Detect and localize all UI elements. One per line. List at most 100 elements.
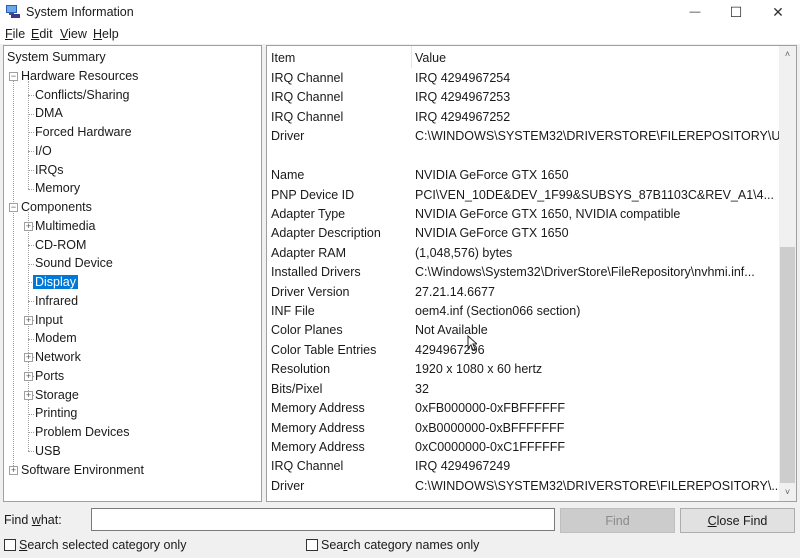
tree-item-conflicts-sharing[interactable]: Conflicts/Sharing bbox=[33, 86, 132, 104]
category-tree[interactable]: System Summary Hardware Resources − Conflic… bbox=[3, 45, 262, 502]
table-row[interactable]: Memory Address 0xB0000000-0xBFFFFFFF bbox=[267, 419, 779, 438]
table-row[interactable]: Color Table Entries 4294967296 bbox=[267, 341, 779, 360]
tree-item-label: Ports bbox=[35, 368, 65, 383]
table-row[interactable]: Adapter Description NVIDIA GeForce GTX 16… bbox=[267, 224, 779, 243]
search-category-names-checkbox[interactable]: Search category names only bbox=[306, 538, 479, 552]
row-value: (1,048,576) bytes bbox=[415, 245, 513, 260]
details-list[interactable]: Item Value IRQ Channel IRQ 4294967254 IRQ … bbox=[266, 45, 797, 502]
tree-item-memory[interactable]: Memory bbox=[33, 179, 82, 197]
checkbox-box[interactable] bbox=[306, 539, 318, 551]
table-row[interactable]: IRQ Channel IRQ 4294967249 bbox=[267, 457, 779, 476]
tree-item-label: Storage bbox=[35, 387, 79, 402]
checkbox-box[interactable] bbox=[4, 539, 16, 551]
find-what-input[interactable] bbox=[91, 508, 555, 531]
scroll-down-icon[interactable]: ˅ bbox=[779, 484, 796, 501]
search-selected-category-checkbox[interactable]: Search selected category only bbox=[4, 538, 186, 552]
maximize-button[interactable]: ☐ bbox=[716, 0, 756, 24]
tree-item-storage[interactable]: Storage bbox=[33, 386, 81, 404]
table-row[interactable]: Driver C:\WINDOWS\SYSTEM32\DRIVERSTORE\FI… bbox=[267, 477, 782, 496]
collapse-icon[interactable]: − bbox=[9, 72, 18, 82]
tree-item-label: Software Environment bbox=[21, 462, 144, 477]
tree-item-input[interactable]: Input bbox=[33, 311, 65, 329]
row-value: IRQ 4294967252 bbox=[415, 109, 511, 124]
expand-icon[interactable]: + bbox=[24, 315, 33, 325]
collapse-icon[interactable]: − bbox=[9, 203, 18, 213]
tree-guide-line bbox=[13, 76, 14, 470]
tree-item-network[interactable]: Network bbox=[33, 348, 83, 366]
tree-item-usb[interactable]: USB bbox=[33, 442, 63, 460]
table-row[interactable]: Bits/Pixel 32 bbox=[267, 380, 779, 399]
tree-item-system-summary[interactable]: System Summary bbox=[5, 48, 108, 66]
tree-item-label: Hardware Resources bbox=[21, 68, 139, 83]
menu-help-label: Help bbox=[93, 27, 119, 41]
close-button[interactable]: ✕ bbox=[758, 0, 798, 24]
table-row[interactable]: Driver C:\WINDOWS\SYSTEM32\DRIVERSTORE\FI… bbox=[267, 127, 791, 146]
table-row[interactable]: Resolution 1920 x 1080 x 60 hertz bbox=[267, 360, 779, 379]
tree-guide-line bbox=[28, 212, 29, 452]
list-header: Item Value bbox=[267, 46, 779, 68]
tree-item-label: Printing bbox=[35, 406, 78, 421]
menu-help[interactable]: Help bbox=[93, 27, 119, 41]
expand-icon[interactable]: + bbox=[24, 372, 33, 382]
tree-item-forced-hardware[interactable]: Forced Hardware bbox=[33, 123, 134, 141]
row-item: Name bbox=[271, 168, 305, 183]
table-row[interactable]: INF File oem4.inf (Section066 section) bbox=[267, 302, 779, 321]
expand-icon[interactable]: + bbox=[24, 353, 33, 363]
table-row[interactable]: IRQ Channel IRQ 4294967252 bbox=[267, 108, 779, 127]
tree-item-display[interactable]: Display bbox=[33, 273, 78, 291]
row-item: Memory Address bbox=[271, 420, 365, 435]
tree-item-printing[interactable]: Printing bbox=[33, 404, 79, 422]
row-item: Adapter RAM bbox=[271, 245, 347, 260]
tree-item-label: Forced Hardware bbox=[35, 125, 132, 139]
row-value: 0xB0000000-0xBFFFFFFF bbox=[415, 420, 565, 435]
table-row[interactable]: Name NVIDIA GeForce GTX 1650 bbox=[267, 166, 779, 185]
tree-item-label: System Summary bbox=[7, 50, 106, 64]
tree-item-modem[interactable]: Modem bbox=[33, 329, 79, 347]
expand-icon[interactable]: + bbox=[24, 390, 33, 400]
close-find-button[interactable]: Close Find bbox=[680, 508, 795, 533]
tree-item-hardware-resources[interactable]: Hardware Resources bbox=[19, 67, 140, 85]
tree-item-i-o[interactable]: I/O bbox=[33, 142, 54, 160]
scroll-up-icon[interactable]: ˄ bbox=[779, 46, 796, 63]
tree-item-software-environment[interactable]: Software Environment bbox=[19, 461, 146, 479]
menu-edit[interactable]: Edit bbox=[31, 27, 53, 41]
tree-item-irqs[interactable]: IRQs bbox=[33, 161, 65, 179]
column-header-item[interactable]: Item bbox=[271, 51, 295, 65]
menu-file[interactable]: File bbox=[5, 27, 25, 41]
row-item: Color Planes bbox=[271, 323, 343, 338]
row-value: oem4.inf (Section066 section) bbox=[415, 304, 581, 319]
row-value: IRQ 4294967254 bbox=[415, 71, 511, 85]
table-row[interactable]: Color Planes Not Available bbox=[267, 321, 779, 340]
vertical-scrollbar[interactable]: ˄ ˅ bbox=[779, 46, 796, 501]
tree-item-sound-device[interactable]: Sound Device bbox=[33, 254, 115, 272]
table-row[interactable]: Memory Address 0xFB000000-0xFBFFFFFF bbox=[267, 399, 779, 418]
row-item: Adapter Description bbox=[271, 226, 381, 241]
column-divider[interactable] bbox=[411, 46, 412, 68]
column-header-value[interactable]: Value bbox=[415, 51, 446, 65]
tree-item-problem-devices[interactable]: Problem Devices bbox=[33, 423, 131, 441]
menu-view[interactable]: View bbox=[60, 27, 87, 41]
table-row[interactable]: Driver Version 27.21.14.6677 bbox=[267, 283, 779, 302]
scrollbar-thumb[interactable] bbox=[780, 247, 795, 484]
expand-icon[interactable]: + bbox=[24, 222, 33, 232]
tree-item-components[interactable]: Components bbox=[19, 198, 94, 216]
tree-item-multimedia[interactable]: Multimedia bbox=[33, 217, 97, 235]
tree-item-ports[interactable]: Ports bbox=[33, 367, 66, 385]
table-row[interactable]: Adapter RAM (1,048,576) bytes bbox=[267, 244, 779, 263]
row-value: C:\WINDOWS\SYSTEM32\DRIVERSTORE\FILEREPO… bbox=[415, 478, 782, 493]
expand-icon[interactable]: + bbox=[9, 465, 18, 475]
table-row[interactable]: Adapter Type NVIDIA GeForce GTX 1650, NVI… bbox=[267, 205, 779, 224]
table-row[interactable]: IRQ Channel IRQ 4294967253 bbox=[267, 88, 779, 107]
tree-item-cd-rom[interactable]: CD-ROM bbox=[33, 236, 88, 254]
minimize-button[interactable]: — bbox=[675, 0, 715, 24]
tree-item-infrared[interactable]: Infrared bbox=[33, 292, 80, 310]
table-row[interactable] bbox=[267, 147, 779, 166]
tree-item-dma[interactable]: DMA bbox=[33, 104, 65, 122]
table-row[interactable]: Memory Address 0xC0000000-0xC1FFFFFF bbox=[267, 438, 779, 457]
table-row[interactable]: IRQ Channel IRQ 4294967254 bbox=[267, 69, 779, 88]
table-row[interactable]: Installed Drivers C:\Windows\System32\Dri… bbox=[267, 263, 779, 282]
row-value: 1920 x 1080 x 60 hertz bbox=[415, 362, 543, 377]
find-button[interactable]: Find bbox=[560, 508, 675, 533]
menu-bar: File Edit View Help bbox=[0, 24, 800, 44]
table-row[interactable]: PNP Device ID PCI\VEN_10DE&DEV_1F99&SUBSY… bbox=[267, 186, 779, 205]
